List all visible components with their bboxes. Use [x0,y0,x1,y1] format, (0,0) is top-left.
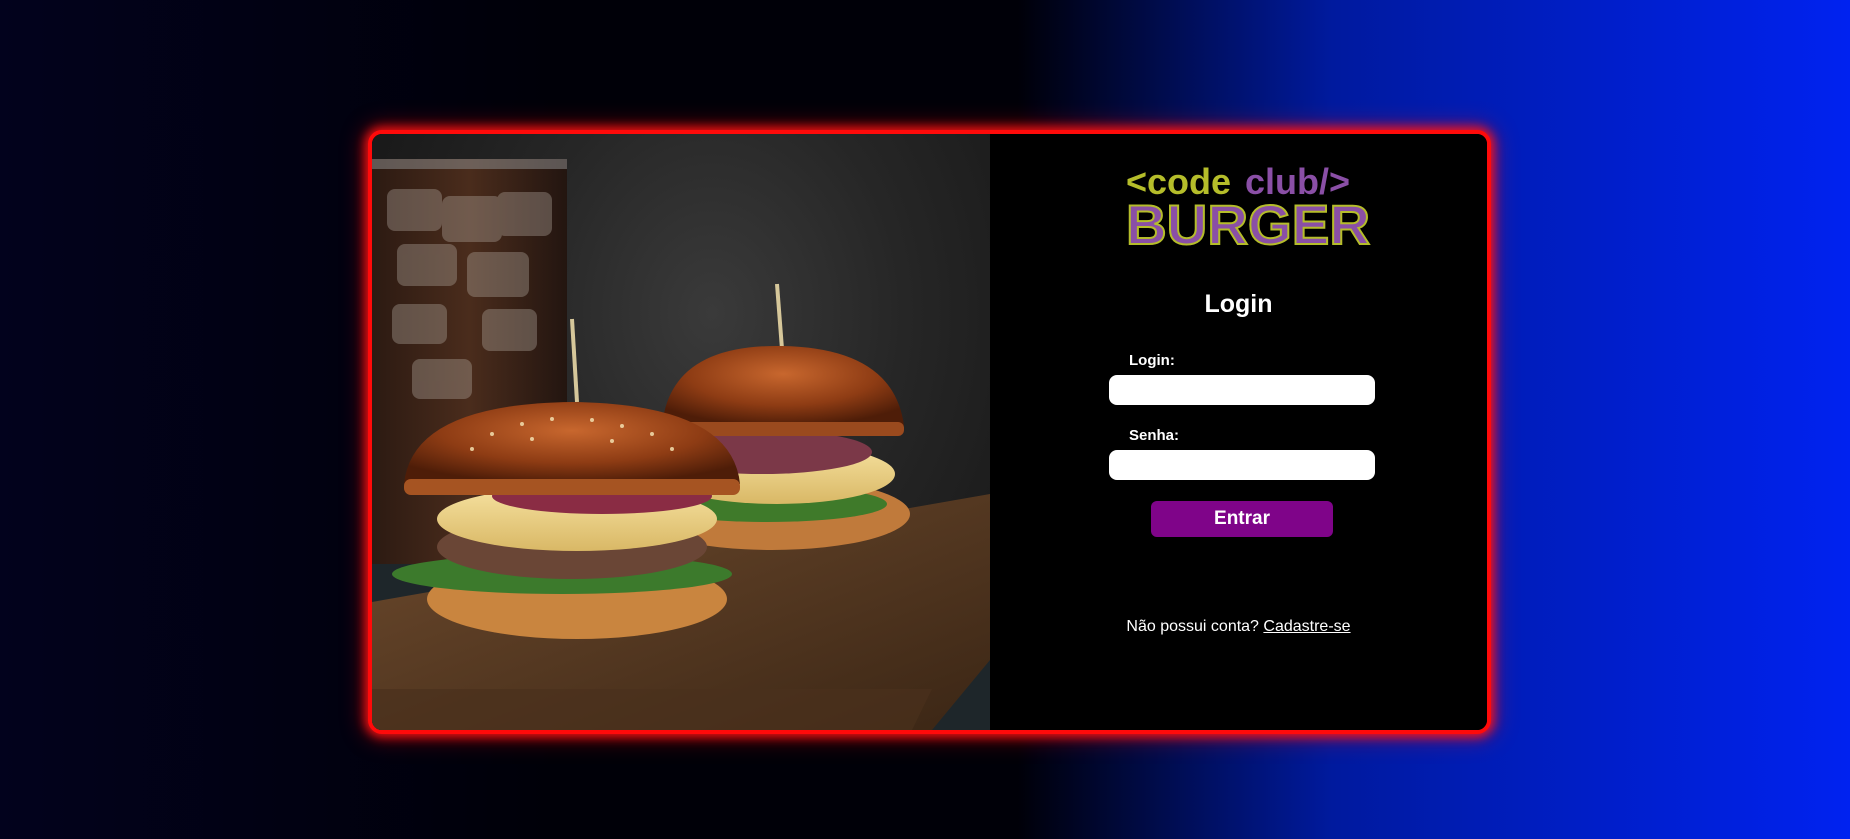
login-card: <code club/> BURGER Login Login: Senha: … [368,130,1491,734]
signup-prompt-text: Não possui conta? [1126,618,1259,635]
login-input[interactable] [1109,375,1375,405]
svg-text:BURGER: BURGER [1126,193,1370,248]
signup-link[interactable]: Cadastre-se [1263,618,1350,635]
codeclub-burger-logo: <code club/> BURGER [1126,162,1371,248]
login-title: Login [1204,290,1273,318]
login-label: Login: [1129,352,1175,369]
password-label: Senha: [1129,427,1180,444]
password-input[interactable] [1109,450,1375,480]
login-submit-button[interactable]: Entrar [1151,501,1333,537]
login-panel: <code club/> BURGER Login Login: Senha: … [990,134,1487,730]
burger-photo-illustration [372,159,990,730]
burger-photo [372,134,990,730]
signup-prompt: Não possui conta? Cadastre-se [990,618,1487,636]
